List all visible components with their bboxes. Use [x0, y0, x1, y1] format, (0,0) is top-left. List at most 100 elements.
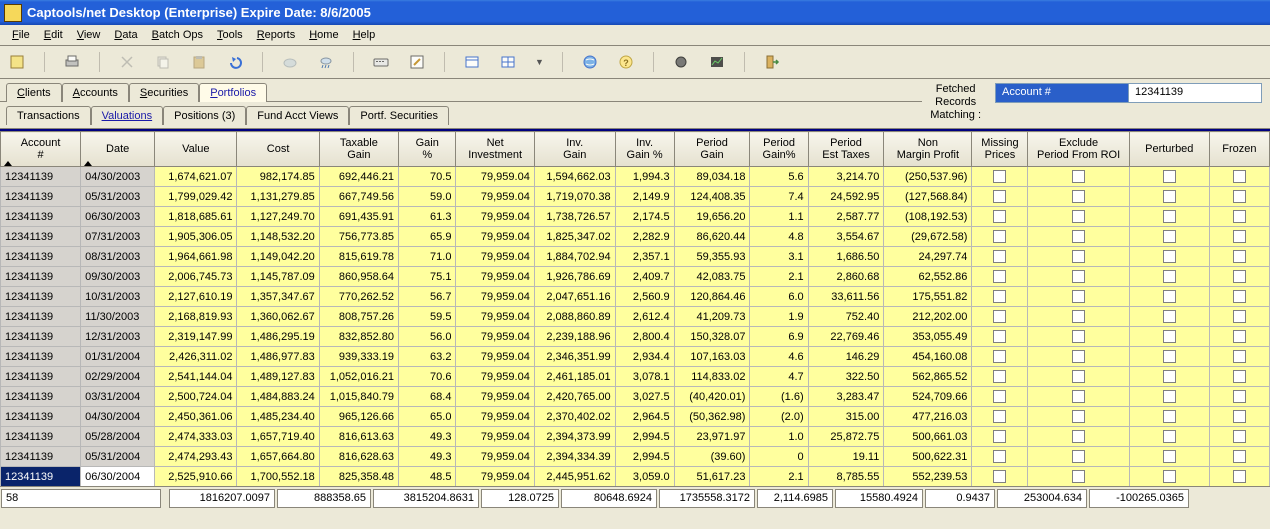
cell-value[interactable]: 1,674,621.07 — [155, 167, 237, 187]
cell-value[interactable]: 79,959.04 — [456, 347, 534, 367]
tab-accounts[interactable]: Accounts — [62, 83, 129, 102]
cell-checkbox[interactable] — [1028, 227, 1129, 247]
cell-value[interactable]: 524,709.66 — [884, 387, 972, 407]
cell-checkbox[interactable] — [972, 387, 1028, 407]
cell-value[interactable]: 500,622.31 — [884, 447, 972, 467]
cell-value[interactable]: 61.3 — [398, 207, 455, 227]
cell-checkbox[interactable] — [1129, 407, 1209, 427]
cell-value[interactable]: 1,994.3 — [615, 167, 674, 187]
col-header[interactable]: NetInvestment — [456, 132, 534, 167]
cell-checkbox[interactable] — [1028, 167, 1129, 187]
cell-account[interactable]: 12341139 — [1, 247, 81, 267]
cell-value[interactable]: 70.6 — [398, 367, 455, 387]
cell-value[interactable]: 2,149.9 — [615, 187, 674, 207]
cell-value[interactable]: 2.1 — [750, 467, 808, 487]
cell-value[interactable]: 1,131,279.85 — [237, 187, 319, 207]
cell-value[interactable]: 816,613.63 — [319, 427, 398, 447]
cell-value[interactable]: 1,486,295.19 — [237, 327, 319, 347]
cell-date[interactable]: 10/31/2003 — [81, 287, 155, 307]
cell-value[interactable]: 23,971.97 — [674, 427, 750, 447]
cell-value[interactable]: 691,435.91 — [319, 207, 398, 227]
cell-value[interactable]: 79,959.04 — [456, 207, 534, 227]
cell-account[interactable]: 12341139 — [1, 187, 81, 207]
cell-value[interactable]: 86,620.44 — [674, 227, 750, 247]
cell-checkbox[interactable] — [1028, 467, 1129, 487]
col-header[interactable]: Date — [81, 132, 155, 167]
cell-value[interactable]: 2,174.5 — [615, 207, 674, 227]
cell-value[interactable]: 51,617.23 — [674, 467, 750, 487]
cell-checkbox[interactable] — [972, 427, 1028, 447]
cell-value[interactable]: 2,612.4 — [615, 307, 674, 327]
cell-value[interactable]: 41,209.73 — [674, 307, 750, 327]
cell-value[interactable]: 815,619.78 — [319, 247, 398, 267]
cell-value[interactable]: 79,959.04 — [456, 367, 534, 387]
cell-value[interactable]: 477,216.03 — [884, 407, 972, 427]
cell-date[interactable]: 04/30/2003 — [81, 167, 155, 187]
menu-data[interactable]: Data — [108, 27, 143, 43]
cell-value[interactable]: 59.0 — [398, 187, 455, 207]
cell-value[interactable]: 59.5 — [398, 307, 455, 327]
cell-value[interactable]: 832,852.80 — [319, 327, 398, 347]
data-grid[interactable]: Account#DateValueCostTaxableGainGain%Net… — [0, 129, 1270, 486]
cell-checkbox[interactable] — [972, 247, 1028, 267]
cell-checkbox[interactable] — [972, 447, 1028, 467]
cell-checkbox[interactable] — [1129, 287, 1209, 307]
cell-value[interactable]: 22,769.46 — [808, 327, 884, 347]
cell-checkbox[interactable] — [1209, 427, 1269, 447]
cell-checkbox[interactable] — [972, 467, 1028, 487]
cell-date[interactable]: 09/30/2003 — [81, 267, 155, 287]
cell-value[interactable]: 1,738,726.57 — [534, 207, 615, 227]
cell-checkbox[interactable] — [972, 167, 1028, 187]
cell-value[interactable]: 2,239,188.96 — [534, 327, 615, 347]
menu-home[interactable]: Home — [303, 27, 344, 43]
cell-value[interactable]: 322.50 — [808, 367, 884, 387]
cell-checkbox[interactable] — [1209, 447, 1269, 467]
cell-account[interactable]: 12341139 — [1, 327, 81, 347]
cut-icon[interactable] — [118, 53, 136, 71]
cell-value[interactable]: 19.11 — [808, 447, 884, 467]
cell-checkbox[interactable] — [1028, 307, 1129, 327]
cell-checkbox[interactable] — [1129, 447, 1209, 467]
cell-value[interactable]: 4.8 — [750, 227, 808, 247]
cell-checkbox[interactable] — [972, 327, 1028, 347]
cell-date[interactable]: 02/29/2004 — [81, 367, 155, 387]
cell-value[interactable]: 1,964,661.98 — [155, 247, 237, 267]
cell-value[interactable]: 5.6 — [750, 167, 808, 187]
cell-checkbox[interactable] — [1028, 327, 1129, 347]
col-header[interactable]: MissingPrices — [972, 132, 1028, 167]
cell-account[interactable]: 12341139 — [1, 427, 81, 447]
cell-value[interactable]: 75.1 — [398, 267, 455, 287]
cell-value[interactable]: 3.1 — [750, 247, 808, 267]
cell-value[interactable]: 4.6 — [750, 347, 808, 367]
cell-checkbox[interactable] — [972, 367, 1028, 387]
cell-value[interactable]: 124,408.35 — [674, 187, 750, 207]
cell-value[interactable]: 1,884,702.94 — [534, 247, 615, 267]
subtab-fund-acct-views[interactable]: Fund Acct Views — [246, 106, 349, 125]
col-header[interactable]: Inv.Gain — [534, 132, 615, 167]
cell-value[interactable]: 2,560.9 — [615, 287, 674, 307]
cell-account[interactable]: 12341139 — [1, 347, 81, 367]
cell-value[interactable]: 79,959.04 — [456, 287, 534, 307]
cell-value[interactable]: 2,409.7 — [615, 267, 674, 287]
cell-value[interactable]: 1,485,234.40 — [237, 407, 319, 427]
cell-value[interactable]: 79,959.04 — [456, 387, 534, 407]
cell-value[interactable]: 3,078.1 — [615, 367, 674, 387]
cell-value[interactable]: 89,034.18 — [674, 167, 750, 187]
filter-field-value[interactable]: 12341139 — [1129, 83, 1262, 103]
cell-value[interactable]: 70.5 — [398, 167, 455, 187]
cell-checkbox[interactable] — [1209, 367, 1269, 387]
cell-checkbox[interactable] — [1028, 367, 1129, 387]
cell-value[interactable]: 808,757.26 — [319, 307, 398, 327]
copy-icon[interactable] — [154, 53, 172, 71]
cell-value[interactable]: 752.40 — [808, 307, 884, 327]
cell-checkbox[interactable] — [1209, 267, 1269, 287]
cell-value[interactable]: 114,833.02 — [674, 367, 750, 387]
cell-checkbox[interactable] — [1209, 407, 1269, 427]
cell-value[interactable]: 1,148,532.20 — [237, 227, 319, 247]
cell-checkbox[interactable] — [972, 347, 1028, 367]
cell-checkbox[interactable] — [1129, 367, 1209, 387]
cell-value[interactable]: 3,554.67 — [808, 227, 884, 247]
cell-checkbox[interactable] — [1129, 387, 1209, 407]
cell-account[interactable]: 12341139 — [1, 267, 81, 287]
col-header[interactable]: Inv.Gain % — [615, 132, 674, 167]
